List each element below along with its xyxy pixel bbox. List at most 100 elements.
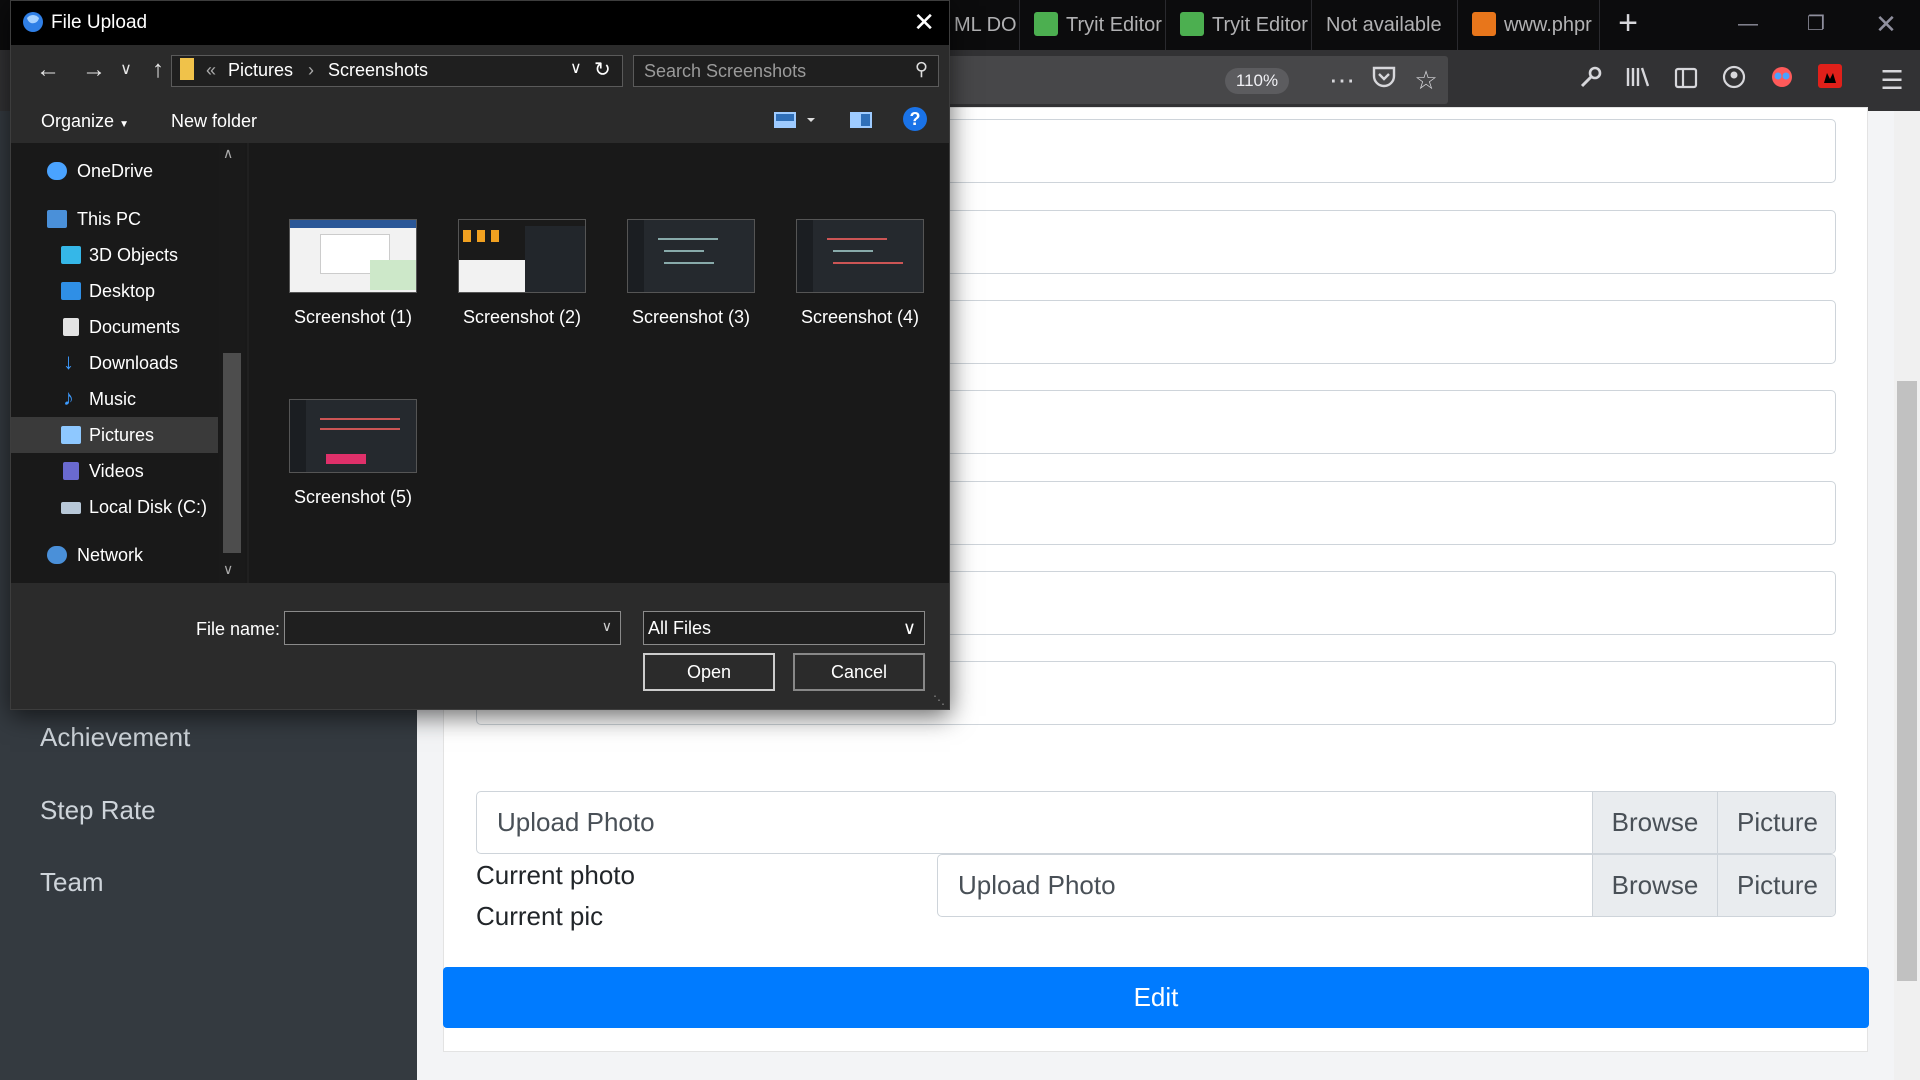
- search-icon[interactable]: ⚲: [915, 59, 928, 80]
- file-upload-dialog: File Upload ✕ ← → ∨ ↑ « Pictures › Scree…: [10, 0, 950, 710]
- breadcrumb-pictures[interactable]: Pictures: [228, 60, 293, 81]
- file-item[interactable]: Screenshot (2): [448, 219, 596, 349]
- files-pane: Screenshot (1) Screenshot (2) Screenshot…: [249, 143, 949, 583]
- file-thumbnail: [289, 399, 417, 473]
- chevron-down-icon[interactable]: ∨: [570, 58, 582, 78]
- nav-item-music[interactable]: ♪ Music: [11, 381, 218, 417]
- forward-icon[interactable]: →: [77, 53, 111, 87]
- file-type-select[interactable]: All Files ∨: [643, 611, 925, 645]
- organize-button[interactable]: Organize ▼: [41, 111, 129, 132]
- search-input[interactable]: Search Screenshots ⚲: [633, 55, 939, 87]
- nav-item-videos[interactable]: Videos: [11, 453, 218, 489]
- refresh-icon[interactable]: ↻: [594, 57, 611, 82]
- sidebar-item-achievement[interactable]: Achievement: [40, 722, 190, 753]
- tab-label: www.phpr: [1504, 14, 1592, 36]
- scroll-up-icon[interactable]: ∧: [223, 145, 233, 162]
- disk-icon: [61, 502, 81, 514]
- wrench-icon[interactable]: [1573, 62, 1609, 98]
- file-name-input[interactable]: ∨: [284, 611, 621, 645]
- nav-item-network[interactable]: Network: [11, 537, 218, 573]
- help-icon[interactable]: ?: [903, 107, 927, 131]
- browser-tab[interactable]: Not available: [1312, 0, 1458, 50]
- nav-item-desktop[interactable]: Desktop: [11, 273, 218, 309]
- page-scroll-thumb[interactable]: [1897, 381, 1917, 981]
- close-icon[interactable]: ✕: [913, 7, 935, 38]
- preview-pane-icon[interactable]: [849, 109, 873, 136]
- nav-item-local-disk[interactable]: Local Disk (C:): [11, 489, 218, 525]
- breadcrumb[interactable]: « Pictures › Screenshots ∨ ↻: [171, 55, 623, 87]
- account-icon[interactable]: [1716, 62, 1752, 98]
- search-placeholder: Search Screenshots: [644, 61, 807, 81]
- chevron-down-icon[interactable]: ∨: [602, 618, 612, 635]
- nav-item-pictures[interactable]: Pictures: [11, 417, 218, 453]
- browser-tab[interactable]: Tryit Editor: [1166, 0, 1312, 50]
- nav-item-label: Documents: [89, 317, 181, 337]
- edit-button[interactable]: Edit: [443, 967, 1869, 1028]
- open-button[interactable]: Open: [643, 653, 775, 691]
- zoom-level-button[interactable]: 110%: [1225, 68, 1289, 94]
- nav-scroll-thumb[interactable]: [223, 353, 241, 553]
- new-tab-button[interactable]: +: [1600, 0, 1656, 50]
- upload-photo-placeholder: Upload Photo: [497, 807, 655, 837]
- browse-button[interactable]: Browse: [1592, 792, 1717, 853]
- nav-item-3d-objects[interactable]: 3D Objects: [11, 237, 218, 273]
- music-icon: ♪: [63, 385, 74, 410]
- picture-button[interactable]: Picture: [1717, 855, 1835, 916]
- upload-photo-group[interactable]: Upload Photo Browse Picture: [937, 854, 1836, 917]
- back-icon[interactable]: ←: [31, 53, 65, 87]
- up-icon[interactable]: ↑: [141, 53, 175, 87]
- nav-item-label: Desktop: [89, 281, 156, 301]
- breadcrumb-separator: ›: [308, 60, 314, 80]
- browse-button[interactable]: Browse: [1592, 855, 1717, 916]
- folder-icon: [180, 58, 194, 80]
- library-icon[interactable]: [1620, 62, 1656, 98]
- minimize-icon[interactable]: —: [1714, 0, 1782, 50]
- file-name: Screenshot (5): [293, 487, 413, 507]
- nav-item-onedrive[interactable]: OneDrive: [11, 153, 218, 189]
- picture-button[interactable]: Picture: [1717, 792, 1835, 853]
- cancel-button[interactable]: Cancel: [793, 653, 925, 691]
- menu-icon[interactable]: ☰: [1874, 62, 1910, 98]
- organize-label: Organize: [41, 111, 115, 131]
- file-name-label: File name:: [196, 619, 281, 639]
- file-item[interactable]: Screenshot (5): [279, 399, 427, 529]
- cloud-icon: [47, 162, 67, 180]
- scroll-down-icon[interactable]: ∨: [223, 561, 233, 578]
- resize-grip-icon[interactable]: ⋱: [933, 693, 945, 707]
- breadcrumb-overflow[interactable]: «: [206, 60, 216, 81]
- recent-locations-icon[interactable]: ∨: [109, 53, 143, 87]
- browser-tab[interactable]: ML DO: [940, 0, 1020, 50]
- browser-tab[interactable]: Tryit Editor: [1020, 0, 1166, 50]
- dialog-bottom-bar: File name: ∨ All Files ∨ Open Cancel ⋱: [11, 583, 949, 709]
- breadcrumb-screenshots[interactable]: Screenshots: [328, 60, 428, 81]
- network-icon: [47, 546, 67, 564]
- change-view-icon[interactable]: [773, 109, 817, 136]
- bookmark-star-icon[interactable]: ☆: [1408, 62, 1444, 98]
- cube-icon: [61, 246, 81, 264]
- close-window-icon[interactable]: ✕: [1852, 0, 1920, 50]
- nav-item-label: OneDrive: [77, 161, 154, 181]
- file-item[interactable]: Screenshot (3): [617, 219, 765, 349]
- extension-icon[interactable]: [1812, 62, 1848, 98]
- sidebar-toggle-icon[interactable]: [1668, 62, 1704, 98]
- file-item[interactable]: Screenshot (4): [786, 219, 934, 349]
- upload-photo-group[interactable]: Upload Photo Browse Picture: [476, 791, 1836, 854]
- browser-tab[interactable]: www.phpr: [1458, 0, 1600, 50]
- page-actions-icon[interactable]: ⋯: [1324, 62, 1360, 98]
- nav-item-downloads[interactable]: ↓ Downloads: [11, 345, 218, 381]
- file-name: Screenshot (2): [462, 307, 582, 327]
- restore-icon[interactable]: ❐: [1782, 0, 1850, 50]
- nav-item-documents[interactable]: Documents: [11, 309, 218, 345]
- new-folder-button[interactable]: New folder: [171, 111, 257, 132]
- pocket-icon[interactable]: [1366, 62, 1402, 98]
- sidebar-item-team[interactable]: Team: [40, 867, 104, 898]
- file-name: Screenshot (1): [293, 307, 413, 327]
- document-icon: [63, 318, 79, 336]
- extension-icon[interactable]: [1764, 62, 1800, 98]
- video-icon: [63, 462, 79, 480]
- nav-item-this-pc[interactable]: This PC: [11, 201, 218, 237]
- file-item[interactable]: Screenshot (1): [279, 219, 427, 349]
- sidebar-item-step-rate[interactable]: Step Rate: [40, 795, 156, 826]
- phpmyadmin-icon: [1472, 12, 1496, 36]
- pictures-icon: [61, 426, 81, 444]
